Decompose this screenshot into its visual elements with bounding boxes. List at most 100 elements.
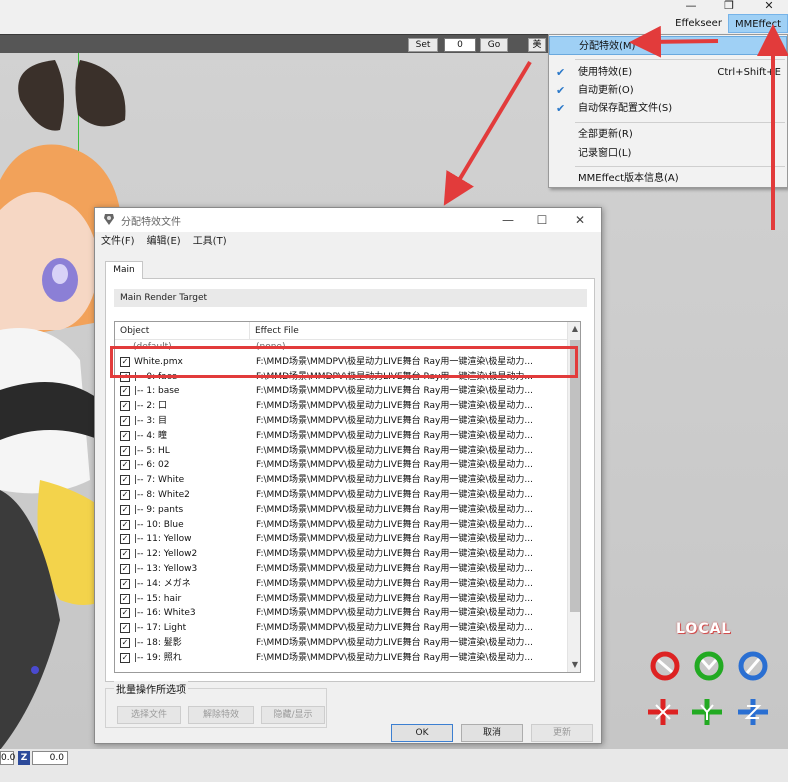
row-effect-file: F:\MMD场景\MMDPV\极星动力LIVE舞台 Ray用一键渲染\极星动力.… xyxy=(256,637,533,648)
table-row[interactable]: ✓ |-- 18: 髮影 F:\MMD场景\MMDPV\极星动力LIVE舞台 Ray… xyxy=(115,636,567,651)
row-checkbox[interactable]: ✓ xyxy=(120,637,130,648)
row-object-name: |-- 12: Yellow2 xyxy=(134,549,198,560)
row-object-name: |-- 16: White3 xyxy=(134,608,196,619)
remove-effect-button[interactable]: 解除特效 xyxy=(188,706,254,724)
table-row[interactable]: ✓ |-- 10: Blue F:\MMD场景\MMDPV\极星动力LIVE舞台 R… xyxy=(115,518,567,533)
table-row[interactable]: ✓ |-- 17: Light F:\MMD场景\MMDPV\极星动力LIVE舞台 … xyxy=(115,621,567,636)
row-checkbox[interactable]: ✓ xyxy=(120,430,130,441)
row-checkbox[interactable]: ✓ xyxy=(120,415,130,426)
table-row[interactable]: ✓ |-- 6: 02 F:\MMD场景\MMDPV\极星动力LIVE舞台 Ray用… xyxy=(115,458,567,473)
column-header-effect-file[interactable]: Effect File xyxy=(250,322,567,340)
table-row[interactable]: ✓ |-- 13: Yellow3 F:\MMD场景\MMDPV\极星动力LIVE舞… xyxy=(115,562,567,577)
menu-item-shortcut: Ctrl+Shift+E xyxy=(717,67,781,78)
menu-effekseer[interactable]: Effekseer xyxy=(669,14,728,33)
row-checkbox[interactable]: ✓ xyxy=(120,593,130,604)
row-checkbox[interactable]: ✓ xyxy=(120,504,130,515)
frame-input[interactable]: 0 xyxy=(444,38,476,52)
row-checkbox[interactable]: ✓ xyxy=(120,563,130,574)
update-button[interactable]: 更新 xyxy=(531,724,593,742)
row-checkbox[interactable]: ✓ xyxy=(120,623,130,634)
rotate-x-icon[interactable] xyxy=(648,651,682,681)
move-y-icon[interactable] xyxy=(690,697,724,727)
rotate-z-icon[interactable] xyxy=(736,651,770,681)
menu-file[interactable]: 文件(F) xyxy=(95,234,141,250)
table-row[interactable]: ✓ |-- 4: 瞳 F:\MMD场景\MMDPV\极星动力LIVE舞台 Ray用一… xyxy=(115,429,567,444)
minimize-icon[interactable]: — xyxy=(493,211,523,229)
menu-item-auto-save[interactable]: ✔ 自动保存配置文件(S) xyxy=(549,99,787,118)
table-row[interactable]: ✓ |-- 11: Yellow F:\MMD场景\MMDPV\极星动力LIVE舞台… xyxy=(115,532,567,547)
table-row[interactable]: ✓ |-- 3: 目 F:\MMD场景\MMDPV\极星动力LIVE舞台 Ray用一… xyxy=(115,414,567,429)
table-row[interactable]: ✓ |-- 9: pants F:\MMD场景\MMDPV\极星动力LIVE舞台 R… xyxy=(115,503,567,518)
table-row[interactable]: ✓ |-- 2: 口 F:\MMD场景\MMDPV\极星动力LIVE舞台 Ray用一… xyxy=(115,399,567,414)
go-button[interactable]: Go xyxy=(480,38,508,52)
minimize-icon[interactable]: — xyxy=(678,0,704,14)
row-checkbox[interactable]: ✓ xyxy=(120,608,130,619)
row-checkbox[interactable]: ✓ xyxy=(120,475,130,486)
row-effect-file: F:\MMD场景\MMDPV\极星动力LIVE舞台 Ray用一键渲染\极星动力.… xyxy=(256,593,533,604)
menu-tools[interactable]: 工具(T) xyxy=(187,234,233,250)
close-icon[interactable]: ✕ xyxy=(756,0,782,14)
restore-icon[interactable]: ❐ xyxy=(716,0,742,14)
close-icon[interactable]: ✕ xyxy=(565,211,595,229)
table-row[interactable]: ✓ |-- 12: Yellow2 F:\MMD场景\MMDPV\极星动力LIVE舞… xyxy=(115,547,567,562)
row-checkbox[interactable]: ✓ xyxy=(120,549,130,560)
menu-edit[interactable]: 编辑(E) xyxy=(141,234,187,250)
move-x-icon[interactable] xyxy=(646,697,680,727)
menu-item-use-effect[interactable]: ✔ 使用特效(E) Ctrl+Shift+E xyxy=(549,63,787,82)
scrollbar-thumb[interactable] xyxy=(570,340,580,612)
row-object-name: |-- 13: Yellow3 xyxy=(134,563,198,574)
maximize-icon[interactable]: ☐ xyxy=(527,211,557,229)
row-checkbox[interactable]: ✓ xyxy=(120,519,130,530)
menu-item-version-info[interactable]: MMEffect版本信息(A) xyxy=(549,169,787,188)
row-object-name: |-- 1: base xyxy=(134,386,180,397)
row-checkbox[interactable]: ✓ xyxy=(120,445,130,456)
row-checkbox[interactable]: ✓ xyxy=(120,652,130,663)
table-row[interactable]: ✓ |-- 15: hair F:\MMD场景\MMDPV\极星动力LIVE舞台 R… xyxy=(115,592,567,607)
dialog-title: 分配特效文件 xyxy=(121,217,181,228)
list-rows: (default) (none) ✓ White.pmx F:\MMD场景\MMDPV\… xyxy=(115,340,567,666)
row-effect-file: F:\MMD场景\MMDPV\极星动力LIVE舞台 Ray用一键渲染\极星动力.… xyxy=(256,549,533,560)
table-row[interactable]: ✓ |-- 19: 照れ F:\MMD场景\MMDPV\极星动力LIVE舞台 Ray… xyxy=(115,651,567,666)
row-checkbox[interactable]: ✓ xyxy=(120,401,130,412)
tab-main[interactable]: Main xyxy=(105,261,143,279)
row-checkbox[interactable]: ✓ xyxy=(120,489,130,500)
row-object-name: |-- 15: hair xyxy=(134,593,182,604)
hide-show-button[interactable]: 隐藏/显示 xyxy=(261,706,325,724)
assign-effect-dialog: 分配特效文件 — ☐ ✕ 文件(F) 编辑(E) 工具(T) Main Main… xyxy=(94,207,602,744)
table-row[interactable]: ✓ |-- 8: White2 F:\MMD场景\MMDPV\极星动力LIVE舞台 … xyxy=(115,488,567,503)
table-row[interactable]: ✓ |-- 5: HL F:\MMD场景\MMDPV\极星动力LIVE舞台 Ray用… xyxy=(115,444,567,459)
row-checkbox[interactable]: ✓ xyxy=(120,578,130,589)
z-coordinate-field[interactable]: 0.0 xyxy=(32,751,68,765)
row-effect-file: F:\MMD场景\MMDPV\极星动力LIVE舞台 Ray用一键渲染\极星动力.… xyxy=(256,534,533,545)
row-effect-file: F:\MMD场景\MMDPV\极星动力LIVE舞台 Ray用一键渲染\极星动力.… xyxy=(256,519,533,530)
move-z-icon[interactable] xyxy=(736,697,770,727)
bulk-operations-legend: 批量操作所选项 xyxy=(114,681,188,696)
menu-item-log-window[interactable]: 记录窗口(L) xyxy=(549,144,787,163)
set-button[interactable]: Set xyxy=(408,38,438,52)
scroll-up-icon[interactable]: ▲ xyxy=(568,322,580,336)
partial-button[interactable]: 美 xyxy=(528,38,546,52)
menu-item-assign-effect[interactable]: 分配特效(M) xyxy=(549,36,787,55)
column-header-object[interactable]: Object xyxy=(115,322,250,340)
row-effect-file: F:\MMD场景\MMDPV\极星动力LIVE舞台 Ray用一键渲染\极星动力.… xyxy=(256,475,533,486)
row-checkbox[interactable]: ✓ xyxy=(120,386,130,397)
table-row[interactable]: ✓ |-- 14: メガネ F:\MMD场景\MMDPV\极星动力LIVE舞台 Ra… xyxy=(115,577,567,592)
scroll-down-icon[interactable]: ▼ xyxy=(568,658,580,672)
row-effect-file: F:\MMD场景\MMDPV\极星动力LIVE舞台 Ray用一键渲染\极星动力.… xyxy=(256,578,533,589)
row-checkbox[interactable]: ✓ xyxy=(120,534,130,545)
table-row[interactable]: ✓ |-- 7: White F:\MMD场景\MMDPV\极星动力LIVE舞台 R… xyxy=(115,473,567,488)
menu-item-auto-update[interactable]: ✔ 自动更新(O) xyxy=(549,81,787,100)
ok-button[interactable]: OK xyxy=(391,724,453,742)
local-mode-label[interactable]: LOCAL xyxy=(676,621,731,637)
rotate-y-icon[interactable] xyxy=(692,651,726,681)
table-row[interactable]: ✓ |-- 1: base F:\MMD场景\MMDPV\极星动力LIVE舞台 Ra… xyxy=(115,384,567,399)
select-file-button[interactable]: 选择文件 xyxy=(117,706,181,724)
row-object-name: |-- 4: 瞳 xyxy=(134,430,168,441)
row-checkbox[interactable]: ✓ xyxy=(120,460,130,471)
x-coordinate-field[interactable]: 0.0 xyxy=(0,751,15,765)
menu-item-refresh-all[interactable]: 全部更新(R) xyxy=(549,125,787,144)
cancel-button[interactable]: 取消 xyxy=(461,724,523,742)
menu-mmeffect[interactable]: MMEffect xyxy=(727,14,788,33)
table-row[interactable]: ✓ |-- 16: White3 F:\MMD场景\MMDPV\极星动力LIVE舞台… xyxy=(115,606,567,621)
row-object-name: |-- 5: HL xyxy=(134,445,170,456)
